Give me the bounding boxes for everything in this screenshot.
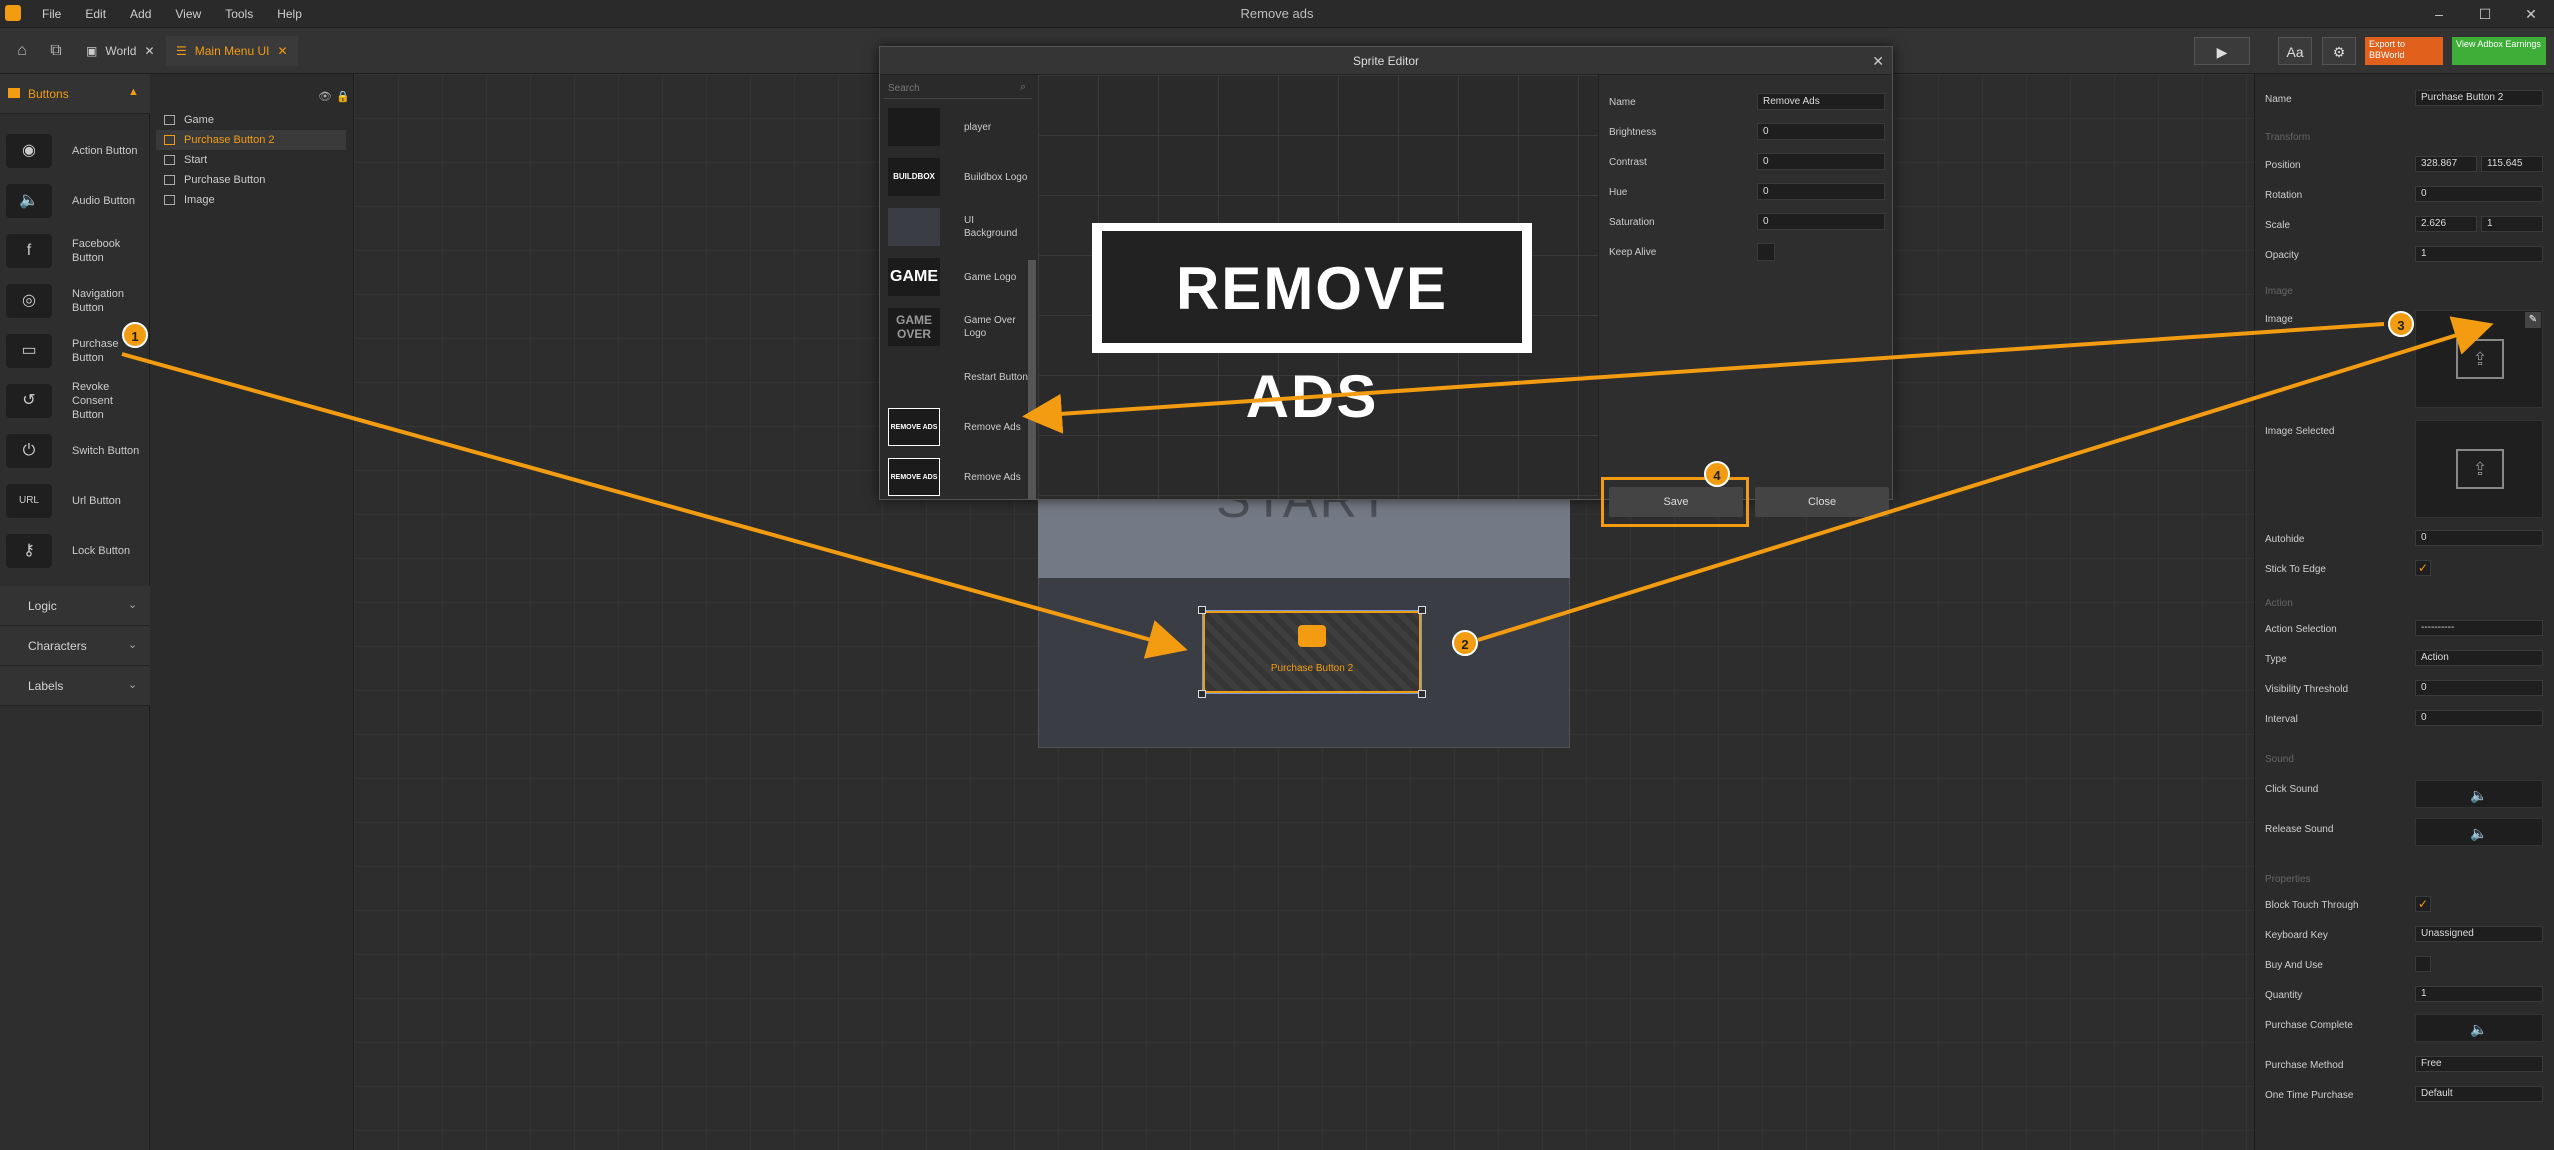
arrow-2 xyxy=(1477,316,2494,642)
callout-2: 2 xyxy=(1452,630,1478,656)
callout-3: 3 xyxy=(2388,311,2414,337)
arrow-1 xyxy=(121,352,1188,659)
arrow-3 xyxy=(1022,322,2385,434)
callout-1: 1 xyxy=(122,322,148,348)
annotation-arrows xyxy=(121,316,2494,659)
callout-4: 4 xyxy=(1704,461,1730,487)
